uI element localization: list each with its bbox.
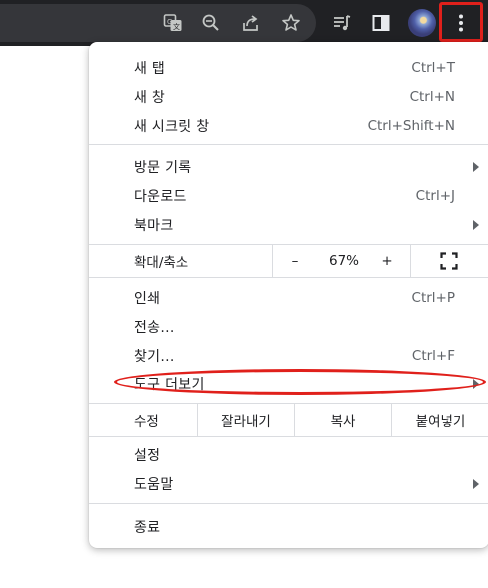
zoom-label: 확대/축소 — [134, 255, 189, 271]
menu-item-shortcut: Ctrl+T — [411, 59, 455, 76]
profile-avatar[interactable] — [408, 9, 436, 37]
menu-item-find[interactable]: 찾기... Ctrl+F — [89, 341, 488, 370]
more-tools-highlight — [114, 369, 486, 395]
menu-item-label: 종료 — [134, 519, 161, 536]
submenu-arrow-icon — [473, 219, 479, 230]
submenu-arrow-icon — [473, 161, 479, 172]
menu-separator — [89, 503, 488, 504]
menu-item-label: 도움말 — [134, 476, 174, 493]
side-panel-icon[interactable] — [366, 8, 396, 38]
zoom-divider — [410, 245, 411, 277]
menu-item-label: 새 탭 — [134, 60, 166, 77]
menu-item-help[interactable]: 도움말 — [89, 469, 488, 498]
edit-row: 수정 잘라내기 복사 붙여넣기 — [89, 404, 488, 436]
menu-item-shortcut: Ctrl+F — [411, 347, 455, 364]
fullscreen-icon — [440, 252, 458, 270]
svg-text:G: G — [167, 18, 172, 26]
menu-separator — [89, 144, 488, 145]
menu-item-label: 방문 기록 — [134, 159, 192, 176]
fullscreen-button[interactable] — [429, 245, 469, 277]
zoom-row: 확대/축소 – 67% + — [89, 245, 488, 277]
menu-item-label: 북마크 — [134, 217, 174, 234]
cut-button[interactable]: 잘라내기 — [198, 404, 294, 436]
zoom-divider — [272, 245, 273, 277]
menu-separator — [89, 277, 488, 278]
menu-item-label: 새 창 — [134, 89, 166, 106]
bookmark-star-icon[interactable] — [276, 8, 306, 38]
menu-item-label: 찾기... — [134, 348, 175, 365]
menu-item-label: 설정 — [134, 447, 161, 464]
menu-item-history[interactable]: 방문 기록 — [89, 152, 488, 181]
menu-item-exit[interactable]: 종료 — [89, 512, 488, 541]
zoom-in-button[interactable]: + — [369, 245, 405, 277]
translate-icon[interactable]: G 文 — [158, 8, 188, 38]
chrome-main-menu: 새 탭 Ctrl+T 새 창 Ctrl+N 새 시크릿 창 Ctrl+Shift… — [89, 42, 488, 548]
menu-item-shortcut: Ctrl+Shift+N — [367, 117, 455, 134]
reading-list-icon[interactable] — [327, 8, 357, 38]
menu-item-label: 새 시크릿 창 — [134, 118, 210, 135]
menu-item-label: 전송... — [134, 319, 175, 336]
browser-toolbar: G 文 — [0, 0, 488, 46]
menu-item-label: 인쇄 — [134, 290, 161, 307]
menu-separator — [89, 436, 488, 437]
copy-button[interactable]: 복사 — [295, 404, 391, 436]
menu-item-shortcut: Ctrl+P — [411, 289, 455, 306]
zoom-out-icon[interactable] — [196, 8, 226, 38]
menu-item-downloads[interactable]: 다운로드 Ctrl+J — [89, 181, 488, 210]
zoom-level: 67% — [328, 253, 359, 269]
zoom-out-button[interactable]: – — [277, 245, 313, 277]
svg-text:文: 文 — [173, 22, 180, 31]
menu-item-cast[interactable]: 전송... — [89, 312, 488, 341]
menu-item-label: 다운로드 — [134, 188, 187, 205]
edit-label: 수정 — [134, 414, 159, 430]
menu-item-new-window[interactable]: 새 창 Ctrl+N — [89, 82, 488, 111]
submenu-arrow-icon — [473, 478, 479, 489]
share-icon[interactable] — [236, 8, 266, 38]
menu-item-incognito-window[interactable]: 새 시크릿 창 Ctrl+Shift+N — [89, 111, 488, 140]
menu-item-shortcut: Ctrl+J — [415, 187, 455, 204]
menu-button-highlight — [439, 2, 483, 42]
menu-item-shortcut: Ctrl+N — [409, 88, 455, 105]
menu-item-print[interactable]: 인쇄 Ctrl+P — [89, 283, 488, 312]
paste-button[interactable]: 붙여넣기 — [392, 404, 488, 436]
menu-item-new-tab[interactable]: 새 탭 Ctrl+T — [89, 53, 488, 82]
menu-item-settings[interactable]: 설정 — [89, 440, 488, 469]
menu-item-bookmarks[interactable]: 북마크 — [89, 210, 488, 239]
